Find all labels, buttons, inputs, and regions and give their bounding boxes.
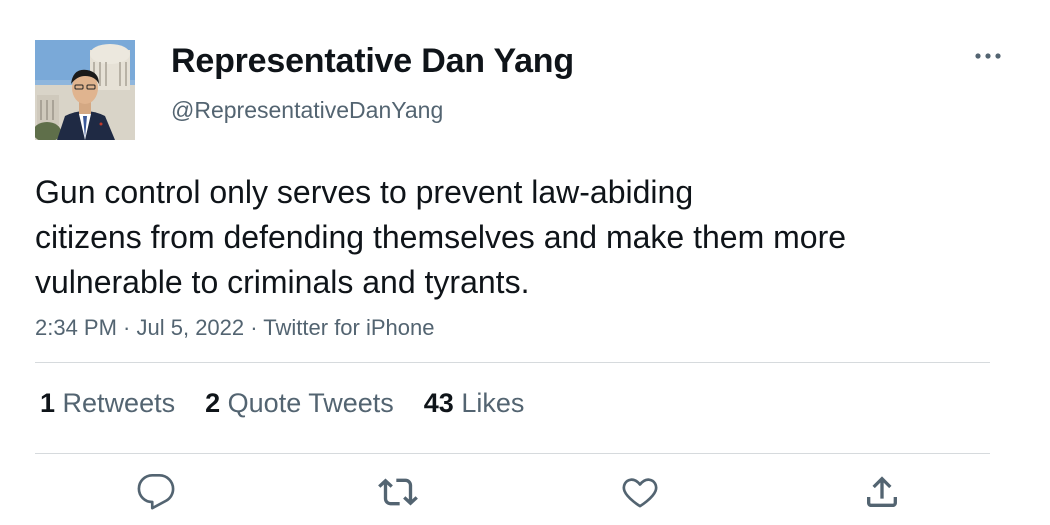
likes-count: 43: [423, 388, 454, 418]
more-options-button[interactable]: [970, 44, 1006, 68]
reply-button[interactable]: [134, 470, 178, 514]
reply-icon: [137, 474, 175, 510]
avatar[interactable]: [35, 40, 135, 140]
like-button[interactable]: [618, 470, 662, 514]
share-button[interactable]: [860, 470, 904, 514]
retweets-stat[interactable]: 1 Retweets: [40, 388, 175, 419]
more-icon: [975, 53, 1001, 59]
tweet-source[interactable]: Twitter for iPhone: [263, 315, 434, 340]
likes-label: Likes: [461, 388, 525, 418]
avatar-image: [35, 40, 135, 140]
retweets-label: Retweets: [62, 388, 176, 418]
meta-separator: ·: [244, 315, 264, 340]
tweet-text-line: citizens from defending themselves and m…: [35, 219, 847, 255]
display-name[interactable]: Representative Dan Yang: [171, 42, 574, 81]
meta-separator: ·: [116, 315, 137, 340]
tweet-text: Gun control only serves to prevent law-a…: [35, 170, 995, 305]
tweet-stats: 1 Retweets 2 Quote Tweets 43 Likes: [40, 388, 554, 419]
retweets-count: 1: [40, 388, 56, 418]
retweet-button[interactable]: [376, 470, 420, 514]
likes-stat[interactable]: 43 Likes: [424, 388, 525, 419]
quote-tweets-count: 2: [205, 388, 221, 418]
action-bar: [0, 470, 1050, 520]
divider: [35, 453, 990, 454]
tweet-time[interactable]: 2:34 PM: [35, 315, 117, 340]
share-icon: [867, 476, 897, 507]
tweet-meta: 2:34 PM · Jul 5, 2022 · Twitter for iPho…: [35, 315, 434, 341]
tweet-date[interactable]: Jul 5, 2022: [137, 315, 245, 340]
quote-tweets-stat[interactable]: 2 Quote Tweets: [205, 388, 394, 419]
divider: [35, 362, 990, 363]
tweet-text-line: Gun control only serves to prevent law-a…: [35, 174, 694, 210]
like-icon: [622, 478, 658, 508]
retweet-icon: [378, 478, 418, 506]
tweet-text-line: vulnerable to criminals and tyrants.: [35, 264, 530, 300]
user-handle[interactable]: @RepresentativeDanYang: [171, 97, 443, 124]
tweet-card: Representative Dan Yang @RepresentativeD…: [0, 0, 1050, 525]
quote-tweets-label: Quote Tweets: [227, 388, 394, 418]
